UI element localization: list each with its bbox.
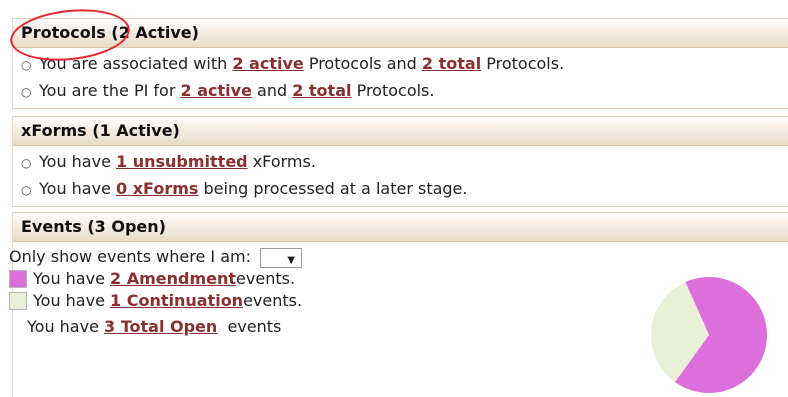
events-title: Events (3 Open) — [21, 217, 166, 236]
events-header[interactable]: Events (3 Open) — [13, 212, 788, 242]
bullet-icon: ○ — [21, 85, 32, 99]
protocols-panel: Protocols (2 Active) ○ You are associated… — [12, 18, 788, 109]
bullet-icon: ○ — [21, 156, 32, 170]
total-open-events-link[interactable]: 3 Total Open — [104, 317, 217, 336]
amendment-swatch — [9, 270, 27, 288]
list-item: ○ You are the PI for 2 active and 2 total… — [21, 78, 788, 105]
xforms-title: xForms (1 Active) — [21, 121, 180, 140]
active-protocols-link[interactable]: 2 active — [232, 54, 303, 73]
amendment-events-link[interactable]: 2 Amendment — [110, 268, 236, 290]
bullet-icon: ○ — [21, 58, 32, 72]
list-item: ○ You have 1 unsubmitted xForms. — [21, 149, 788, 176]
list-item: ○ You have 0 xForms being processed at a … — [21, 176, 788, 203]
protocols-title: Protocols (2 Active) — [21, 23, 199, 42]
unsubmitted-xforms-link[interactable]: 1 unsubmitted — [116, 152, 248, 171]
role-filter-select[interactable]: ▼ — [260, 247, 303, 268]
processing-xforms-link[interactable]: 0 xForms — [116, 179, 198, 198]
pi-active-protocols-link[interactable]: 2 active — [181, 81, 252, 100]
xforms-header[interactable]: xForms (1 Active) — [13, 116, 788, 146]
protocols-header[interactable]: Protocols (2 Active) — [13, 18, 788, 48]
total-protocols-link[interactable]: 2 total — [422, 54, 481, 73]
pi-total-protocols-link[interactable]: 2 total — [292, 81, 351, 100]
xforms-panel: xForms (1 Active) ○ You have 1 unsubmitte… — [12, 116, 788, 207]
list-item: ○ You are associated with 2 active Protoc… — [21, 51, 788, 78]
protocols-body: ○ You are associated with 2 active Protoc… — [13, 48, 788, 109]
bullet-icon: ○ — [21, 183, 32, 197]
continuation-swatch — [9, 292, 27, 310]
chevron-down-icon: ▼ — [287, 254, 296, 266]
events-pie-chart — [651, 277, 767, 393]
continuation-events-link[interactable]: 1 Continuation — [110, 290, 243, 312]
filter-label: Only show events where I am: — [9, 247, 251, 266]
xforms-body: ○ You have 1 unsubmitted xForms. ○ You hav… — [13, 146, 788, 207]
filter-row: Only show events where I am: ▼ — [1, 242, 788, 268]
